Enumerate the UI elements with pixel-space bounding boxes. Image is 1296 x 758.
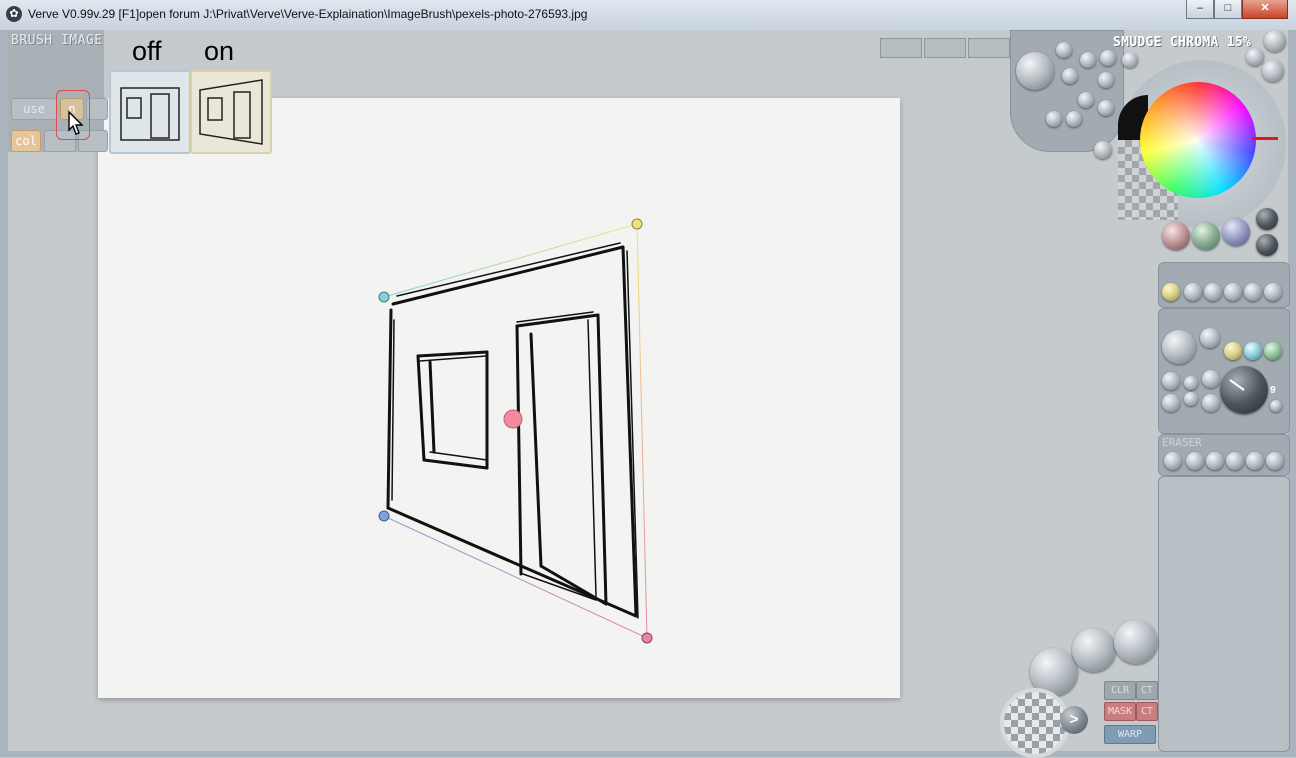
eraser-knob-4[interactable] (1226, 452, 1244, 470)
thumbnail-on-sketch (199, 79, 263, 145)
warp-handle-top-left[interactable] (378, 291, 390, 303)
warp-handle-bottom-left[interactable] (378, 510, 390, 522)
warp-button[interactable]: WARP (1104, 725, 1156, 744)
dial-readout: 9 (1270, 385, 1276, 396)
top-tabs (880, 38, 1010, 58)
layer-knob-4[interactable] (1244, 283, 1262, 301)
knob-a[interactable] (1056, 42, 1072, 58)
rotation-dial[interactable] (1220, 366, 1268, 414)
gold-knob-2[interactable] (1224, 342, 1242, 360)
eraser-knob-2[interactable] (1186, 452, 1204, 470)
knob-k[interactable] (1122, 52, 1138, 68)
mouse-cursor-icon (68, 110, 84, 135)
eraser-knob-5[interactable] (1246, 452, 1264, 470)
layers-panel (1158, 476, 1290, 752)
warp-handle-top-right[interactable] (631, 218, 643, 230)
paint-knob-1[interactable] (1162, 372, 1180, 390)
layer-knob-1[interactable] (1184, 283, 1202, 301)
eraser-knob-1[interactable] (1164, 452, 1182, 470)
top-tab-1[interactable] (880, 38, 922, 58)
knob-l[interactable] (1246, 48, 1264, 66)
warp-edge-bottom (383, 515, 648, 639)
hue-indicator (1252, 137, 1278, 140)
knob-f[interactable] (1078, 92, 1094, 108)
top-tab-2[interactable] (924, 38, 966, 58)
thumbnail-off-sketch (120, 87, 180, 141)
thumbnail-off[interactable] (109, 70, 191, 154)
knob-c[interactable] (1080, 52, 1096, 68)
paint-knob-7[interactable] (1270, 400, 1282, 412)
red-channel-knob[interactable] (1162, 222, 1190, 250)
mask-ct-button[interactable]: CT (1136, 702, 1158, 721)
paint-knob-small[interactable] (1200, 328, 1220, 348)
use-button[interactable]: use (11, 98, 57, 120)
green-channel-knob[interactable] (1192, 222, 1220, 250)
on-label: on (204, 36, 235, 66)
knob-d[interactable] (1100, 50, 1116, 66)
brush-size-knob[interactable] (1016, 52, 1054, 90)
paint-knob-4[interactable] (1162, 394, 1180, 412)
knob-e[interactable] (1098, 72, 1114, 88)
green-knob[interactable] (1264, 342, 1282, 360)
window-sketch (416, 350, 489, 470)
smudge-chroma-status: SMUDGE CHROMA 15% (1113, 35, 1252, 50)
knob-i[interactable] (1066, 111, 1082, 127)
mask-button[interactable]: MASK (1104, 702, 1136, 721)
knob-g[interactable] (1098, 100, 1114, 116)
gold-knob[interactable] (1162, 283, 1180, 301)
warp-center-handle[interactable] (503, 409, 523, 429)
paint-knob-large[interactable] (1162, 330, 1196, 364)
blue-channel-knob[interactable] (1222, 218, 1250, 246)
top-tab-3[interactable] (968, 38, 1010, 58)
brush-image-title: BRUSH IMAGE (11, 33, 103, 48)
paint-knob-5[interactable] (1184, 392, 1198, 406)
color-wheel-center (1140, 82, 1256, 198)
layer-knob-5[interactable] (1264, 283, 1282, 301)
col-button[interactable]: col (11, 130, 41, 152)
cyan-knob[interactable] (1244, 342, 1262, 360)
layer-knob-3[interactable] (1224, 283, 1242, 301)
tool-knob-2[interactable] (1072, 628, 1116, 672)
clear-button[interactable]: CLR (1104, 681, 1136, 700)
knob-m[interactable] (1264, 30, 1286, 52)
dark-knob-1[interactable] (1256, 208, 1278, 230)
dark-knob-2[interactable] (1256, 234, 1278, 256)
ct-button[interactable]: CT (1136, 681, 1158, 700)
knob-n[interactable] (1262, 60, 1284, 82)
warp-edge-top (383, 223, 638, 298)
warp-edge-right (636, 223, 648, 639)
paint-knob-3[interactable] (1202, 370, 1220, 388)
eraser-knob-6[interactable] (1266, 452, 1284, 470)
layer-knob-2[interactable] (1204, 283, 1222, 301)
off-label: off (132, 36, 162, 66)
eraser-knob-3[interactable] (1206, 452, 1224, 470)
warp-handle-bottom-right[interactable] (641, 632, 653, 644)
next-arrow-button[interactable]: > (1060, 706, 1088, 734)
dial-needle-icon (1229, 379, 1245, 391)
knob-j[interactable] (1094, 141, 1112, 159)
door-sketch (515, 311, 608, 606)
eraser-label: ERASER (1162, 436, 1202, 449)
paint-knob-6[interactable] (1202, 394, 1220, 412)
knob-h[interactable] (1046, 111, 1062, 127)
knob-b[interactable] (1062, 68, 1078, 84)
thumbnail-on[interactable] (190, 70, 272, 154)
paint-knob-2[interactable] (1184, 376, 1198, 390)
tool-knob-3[interactable] (1114, 620, 1158, 664)
